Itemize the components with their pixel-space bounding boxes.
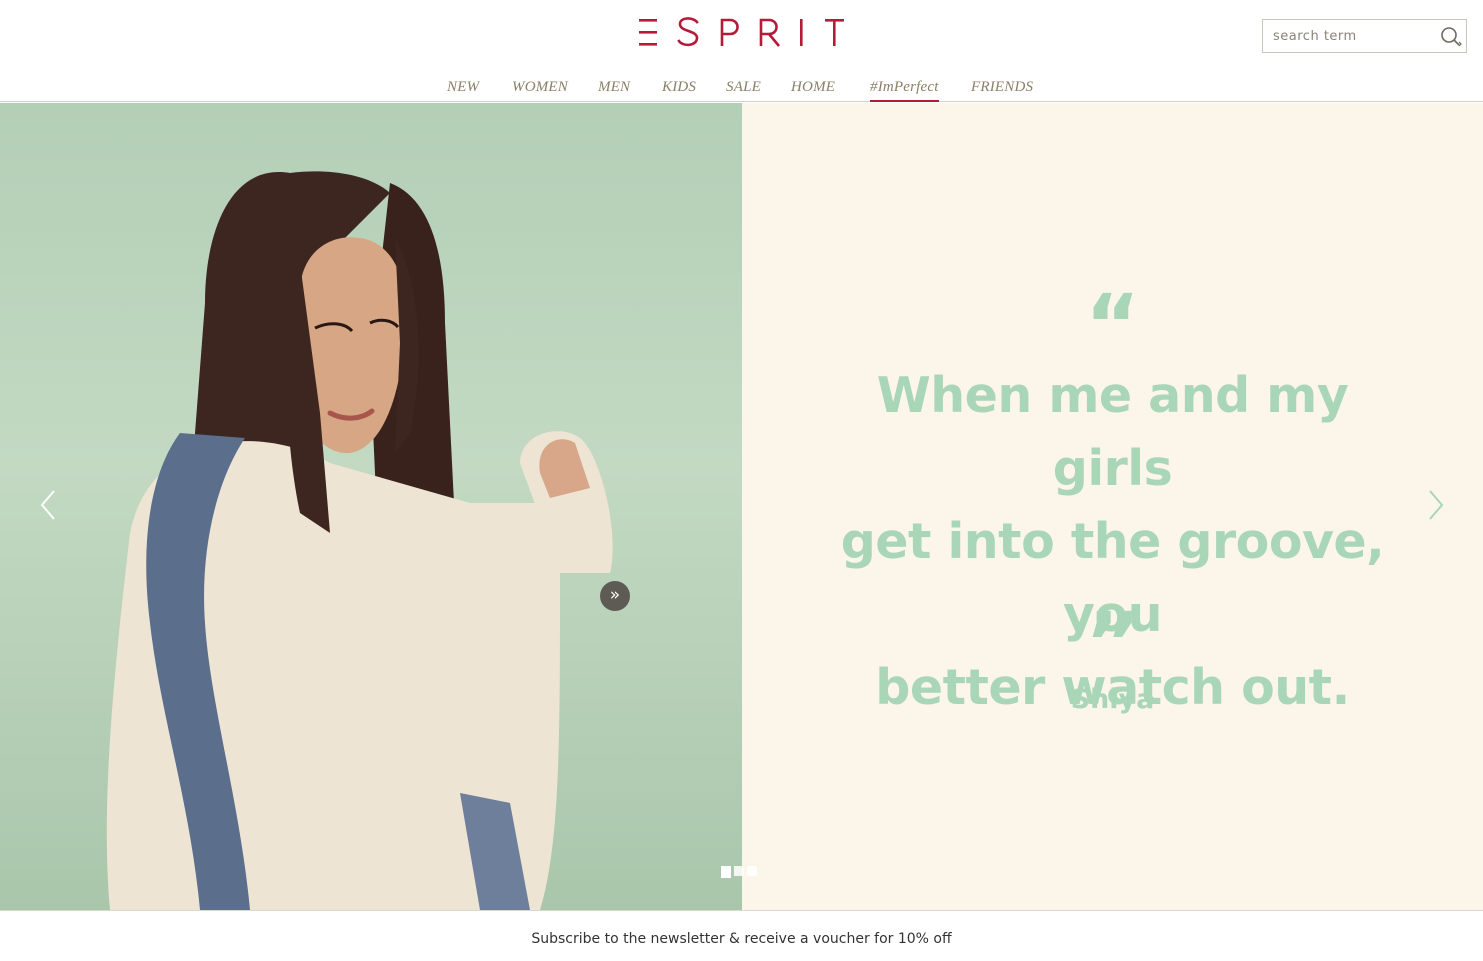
- slide-dot[interactable]: [721, 866, 731, 878]
- close-quote-mark: ”: [1084, 594, 1141, 692]
- model-illustration: [106, 171, 613, 910]
- main-navigation: NEW WOMEN MEN KIDS SALE HOME #ImPerfect …: [0, 76, 1483, 102]
- newsletter-link[interactable]: Subscribe to the newsletter & receive a …: [0, 931, 1483, 947]
- quote-panel: “ When me and my girls get into the groo…: [742, 103, 1483, 910]
- newsletter-bar: Subscribe to the newsletter & receive a …: [0, 910, 1483, 961]
- nav-item-women[interactable]: WOMEN: [512, 79, 568, 102]
- nav-item-imperfect[interactable]: #ImPerfect: [870, 79, 939, 102]
- nav-item-friends[interactable]: FRIENDS: [971, 79, 1033, 102]
- next-slide-arrow-icon[interactable]: [1424, 488, 1448, 522]
- slide-dot[interactable]: [747, 866, 757, 876]
- more-details-button[interactable]: »: [600, 581, 630, 611]
- nav-item-sale[interactable]: SALE: [726, 79, 761, 102]
- esprit-logo[interactable]: [0, 12, 1483, 52]
- slide-dot[interactable]: [734, 866, 744, 876]
- search-icon[interactable]: [1439, 25, 1465, 49]
- nav-item-new[interactable]: NEW: [447, 79, 479, 102]
- nav-item-kids[interactable]: KIDS: [662, 79, 696, 102]
- quote-author: Shiya: [1070, 684, 1155, 715]
- esprit-logo-mark[interactable]: [637, 12, 847, 52]
- open-quote-mark: “: [1084, 276, 1141, 374]
- nav-item-home[interactable]: HOME: [791, 79, 835, 102]
- previous-slide-arrow-icon[interactable]: [36, 488, 60, 522]
- nav-item-men[interactable]: MEN: [598, 79, 630, 102]
- slide-pagination: [721, 866, 757, 880]
- hero-photo: [0, 103, 742, 910]
- search-box: [1262, 19, 1467, 53]
- hero-slider: “ When me and my girls get into the groo…: [0, 103, 1483, 910]
- quote-line: When me and my girls: [876, 367, 1349, 497]
- site-header: NEW WOMEN MEN KIDS SALE HOME #ImPerfect …: [0, 0, 1483, 102]
- search-input[interactable]: [1263, 20, 1433, 52]
